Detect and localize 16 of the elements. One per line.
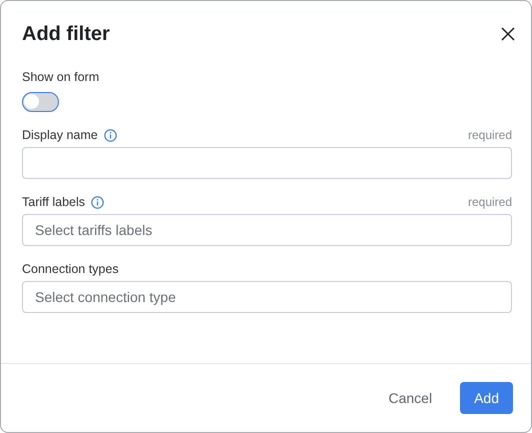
close-icon[interactable]	[500, 26, 516, 42]
info-icon[interactable]	[104, 128, 117, 142]
input-field[interactable]	[22, 147, 512, 179]
required-note: required	[468, 195, 512, 209]
toggle-switch[interactable]	[22, 92, 59, 112]
required-note: required	[468, 128, 512, 142]
cancel-button[interactable]: Cancel	[374, 382, 446, 414]
field-label: Connection types	[22, 262, 119, 276]
input-field[interactable]: Select tariffs labels	[22, 214, 512, 246]
info-icon[interactable]	[91, 196, 104, 208]
toggle-label: Show on form	[22, 70, 100, 86]
dialog-title: Add filter	[22, 22, 110, 46]
input-field[interactable]: Select connection type	[22, 281, 512, 313]
field-label: Tariff labels	[22, 195, 85, 209]
add-button[interactable]: Add	[460, 382, 513, 414]
field-label: Display name	[22, 128, 98, 142]
